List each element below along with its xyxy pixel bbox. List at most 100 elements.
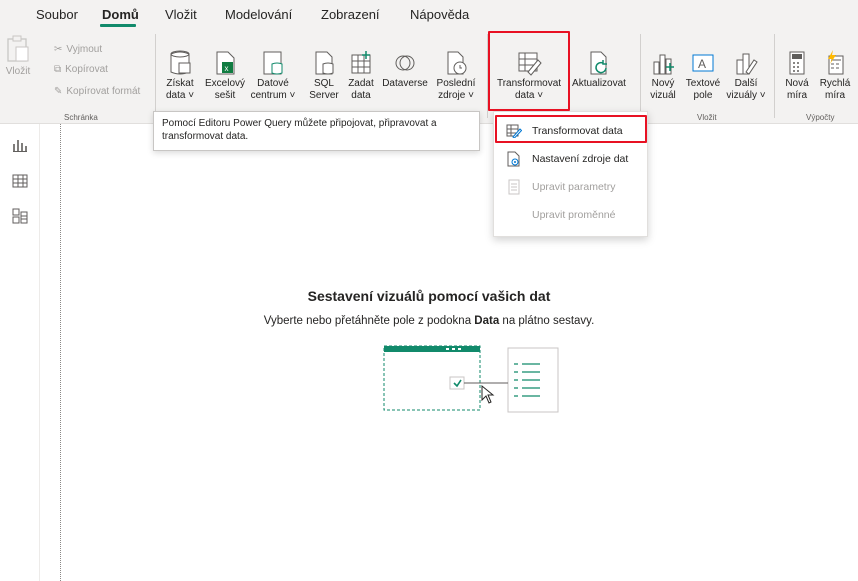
more-visuals-icon xyxy=(736,53,758,75)
dataverse-label: Dataverse xyxy=(382,78,428,89)
separator xyxy=(640,34,641,118)
new-measure-button[interactable]: Nová míra xyxy=(777,50,817,102)
view-switcher xyxy=(0,124,40,581)
more-visuals-button[interactable]: Další vizuály ˅ xyxy=(725,50,767,102)
subtitle-text-2: na plátno sestavy. xyxy=(499,315,595,327)
dropdown-item-edit-parameters[interactable]: Upravit parametry xyxy=(494,173,649,201)
dropdown-item-label: Nastavení zdroje dat xyxy=(532,153,629,165)
get-data-button[interactable]: Získat data ˅ xyxy=(160,50,200,102)
excel-label-2: sešit xyxy=(214,90,236,101)
enter-data-button[interactable]: Zadat data xyxy=(344,50,378,102)
new-visual-label-2: vizuál xyxy=(650,90,676,101)
menu-help[interactable]: Nápověda xyxy=(410,7,469,22)
paste-label: Vložit xyxy=(5,66,31,77)
sql-label-2: Server xyxy=(309,90,339,101)
sql-label-1: SQL xyxy=(313,78,334,89)
dropdown-item-label: Upravit parametry xyxy=(532,181,616,193)
svg-text:A: A xyxy=(698,57,706,71)
quick-measure-label-2: míra xyxy=(825,90,845,101)
enter-data-label-1: Zadat xyxy=(348,78,374,89)
separator xyxy=(155,34,156,118)
menu-file[interactable]: Soubor xyxy=(36,7,78,22)
insert-group-label: Vložit xyxy=(697,113,717,122)
cut-label: Vyjmout xyxy=(66,44,103,55)
new-measure-label-2: míra xyxy=(787,90,807,101)
excel-workbook-button[interactable]: x Excelový sešit xyxy=(204,50,246,102)
brush-icon: ✎ xyxy=(54,86,63,97)
table-icon xyxy=(351,51,371,74)
format-painter-button[interactable]: ✎ Kopírovat formát xyxy=(54,86,140,97)
dropdown-item-data-source-settings[interactable]: Nastavení zdroje dat xyxy=(494,145,649,173)
text-box-icon: A xyxy=(692,54,714,72)
new-measure-label-1: Nová xyxy=(785,78,809,89)
new-visual-button[interactable]: Nový vizuál xyxy=(646,50,680,102)
sql-server-button[interactable]: SQL Server xyxy=(306,50,342,102)
text-box-label-1: Textové xyxy=(685,78,721,89)
subtitle-bold: Data xyxy=(474,315,500,327)
quick-measure-label-1: Rychlá xyxy=(819,78,851,89)
copy-button[interactable]: ⧉ Kopírovat xyxy=(54,64,108,75)
copy-label: Kopírovat xyxy=(65,64,108,75)
recent-sources-icon xyxy=(447,51,467,75)
menu-insert[interactable]: Vložit xyxy=(165,7,197,22)
empty-state-subtitle: Vyberte nebo přetáhněte pole z podokna D… xyxy=(0,315,858,327)
active-tab-indicator xyxy=(100,24,136,27)
recent-sources-button[interactable]: Poslední zdroje ˅ xyxy=(433,50,479,102)
sql-server-icon xyxy=(315,51,334,75)
transform-data-tooltip: Pomocí Editoru Power Query můžete připoj… xyxy=(153,111,480,151)
data-source-settings-icon xyxy=(504,151,524,167)
recent-label-1: Poslední xyxy=(436,78,476,89)
datacenter-icon xyxy=(263,51,283,75)
model-view-icon[interactable] xyxy=(12,208,28,224)
paste-button[interactable]: Vložit xyxy=(2,34,34,78)
canvas-boundary xyxy=(60,124,62,581)
table-view-icon[interactable] xyxy=(12,174,28,188)
excel-label-1: Excelový xyxy=(204,78,245,89)
datacenter-button[interactable]: Datové centrum ˅ xyxy=(249,50,297,102)
menu-home[interactable]: Domů xyxy=(102,7,139,22)
text-box-button[interactable]: A Textové pole xyxy=(682,50,724,102)
database-icon xyxy=(170,50,191,75)
text-box-label-2: pole xyxy=(693,90,713,101)
menu-bar: Soubor Domů Vložit Modelování Zobrazení … xyxy=(0,0,858,28)
svg-text:x: x xyxy=(225,64,229,73)
ribbon: Vložit ✂ Vyjmout ⧉ Kopírovat ✎ Kopírovat fo… xyxy=(0,28,858,124)
recent-label-2: zdroje ˅ xyxy=(438,90,474,101)
paste-icon xyxy=(7,35,29,62)
clipboard-group-label: Schránka xyxy=(64,113,98,122)
report-view-icon[interactable] xyxy=(12,138,28,152)
dropdown-item-label: Upravit proměnné xyxy=(532,209,616,221)
dataverse-icon xyxy=(395,55,415,71)
highlight-transform-item xyxy=(495,115,647,143)
calculator-icon xyxy=(789,51,805,75)
menu-modeling[interactable]: Modelování xyxy=(225,7,292,22)
refresh-icon xyxy=(590,51,607,75)
enter-data-label-2: data xyxy=(351,90,371,101)
get-data-label-1: Získat xyxy=(166,78,194,89)
more-visuals-label-1: Další xyxy=(734,78,758,89)
quick-measure-button[interactable]: Rychlá míra xyxy=(815,50,855,102)
refresh-label: Aktualizovat xyxy=(572,78,626,89)
scissors-icon: ✂ xyxy=(54,44,63,55)
new-visual-icon xyxy=(653,54,674,75)
datacenter-label-2: centrum ˅ xyxy=(250,90,296,101)
cut-button[interactable]: ✂ Vyjmout xyxy=(54,44,102,55)
empty-state-title: Sestavení vizuálů pomocí vašich dat xyxy=(307,288,551,304)
excel-icon: x xyxy=(216,51,235,75)
empty-state-illustration xyxy=(383,345,559,413)
new-visual-label-1: Nový xyxy=(651,78,675,89)
menu-view[interactable]: Zobrazení xyxy=(321,7,380,22)
highlight-transform-button xyxy=(488,31,570,111)
refresh-button[interactable]: Aktualizovat xyxy=(566,50,632,90)
dropdown-item-edit-variables[interactable]: Upravit proměnné xyxy=(494,201,649,229)
quick-measure-icon xyxy=(828,50,844,75)
datacenter-label-1: Datové xyxy=(257,78,289,89)
more-visuals-label-2: vizuály ˅ xyxy=(726,90,766,101)
parameters-icon xyxy=(504,179,524,195)
copy-icon: ⧉ xyxy=(54,64,62,75)
calc-group-label: Výpočty xyxy=(806,113,835,122)
get-data-label-2: data ˅ xyxy=(165,90,195,101)
dataverse-button[interactable]: Dataverse xyxy=(380,50,430,90)
subtitle-text-1: Vyberte nebo přetáhněte pole z podokna xyxy=(263,315,475,327)
separator xyxy=(774,34,775,118)
